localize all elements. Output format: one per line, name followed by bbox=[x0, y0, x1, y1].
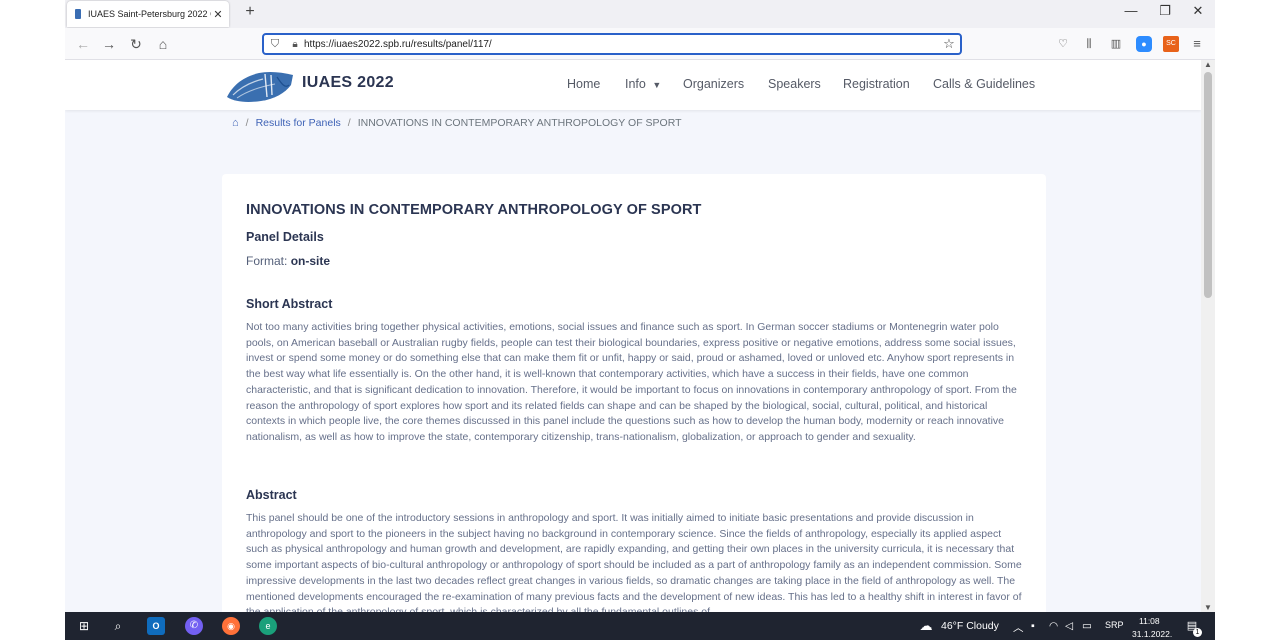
web-page: IUAES 2022 Home Info ▼ Organizers Speake… bbox=[65, 60, 1201, 612]
chevron-down-icon: ▼ bbox=[652, 80, 662, 90]
weather-text[interactable]: 46°F Cloudy bbox=[941, 620, 999, 632]
breadcrumb-separator: / bbox=[347, 117, 351, 129]
language-indicator[interactable]: SRP bbox=[1105, 620, 1124, 630]
browser-window: IUAES Saint-Petersburg 2022 Ca ✕ + — ❐ ✕… bbox=[65, 0, 1215, 640]
library-icon[interactable]: ⫼ bbox=[1081, 36, 1097, 52]
shield-icon[interactable]: ⛉ bbox=[264, 38, 286, 51]
tab-title: IUAES Saint-Petersburg 2022 Ca bbox=[88, 9, 211, 19]
browser-tab[interactable]: IUAES Saint-Petersburg 2022 Ca ✕ bbox=[67, 1, 229, 27]
page-scrollbar[interactable]: ▲ ▼ bbox=[1201, 60, 1215, 612]
windows-start-icon[interactable]: ⊞ bbox=[75, 617, 93, 635]
favicon-icon bbox=[75, 9, 81, 19]
outer-margin-right bbox=[1215, 0, 1280, 640]
viber-icon[interactable]: ✆ bbox=[185, 617, 203, 635]
format-label: Format: bbox=[246, 254, 288, 268]
restore-button[interactable]: ❐ bbox=[1150, 3, 1180, 19]
panel-details-heading: Panel Details bbox=[246, 230, 324, 244]
short-abstract-text: Not too many activities bring together p… bbox=[246, 321, 1017, 443]
address-bar[interactable]: ⛉ 🔒︎ https://iuaes2022.spb.ru/results/pa… bbox=[262, 33, 962, 55]
format-value: on-site bbox=[290, 254, 331, 268]
outer-margin-left bbox=[0, 0, 65, 640]
network-icon[interactable]: ◠ bbox=[1049, 620, 1058, 632]
pocket-icon[interactable]: ♡ bbox=[1055, 36, 1071, 52]
zoom-extension-icon[interactable]: ● bbox=[1136, 36, 1152, 52]
panel-title: INNOVATIONS IN CONTEMPORARY ANTHROPOLOGY… bbox=[246, 202, 702, 218]
clock-time[interactable]: 11:08 bbox=[1139, 616, 1160, 626]
scrollbar-thumb[interactable] bbox=[1204, 72, 1212, 298]
reload-button[interactable]: ↻ bbox=[126, 35, 146, 53]
clock-date[interactable]: 31.1.2022. bbox=[1132, 629, 1172, 639]
volume-icon[interactable]: ◁ bbox=[1065, 620, 1073, 632]
nav-home[interactable]: Home bbox=[567, 77, 600, 91]
forward-button[interactable]: → bbox=[99, 35, 119, 53]
sidebar-icon[interactable]: ▥ bbox=[1108, 36, 1124, 52]
outlook-icon[interactable]: O bbox=[147, 617, 165, 635]
tray-chevron-up-icon[interactable]: ︿ bbox=[1013, 620, 1024, 635]
nav-calls-guidelines[interactable]: Calls & Guidelines bbox=[933, 77, 1035, 91]
tab-close-icon[interactable]: ✕ bbox=[211, 8, 225, 21]
windows-taskbar: ⊞ ⌕ O ✆ ◉ e ☁ 46°F Cloudy ︿ ▪ ◠ ◁ ▭ SRP … bbox=[65, 612, 1215, 640]
panel-card: INNOVATIONS IN CONTEMPORARY ANTHROPOLOGY… bbox=[222, 174, 1046, 612]
site-logo-text[interactable]: IUAES 2022 bbox=[302, 74, 394, 92]
cloud-weather-icon[interactable]: ☁ bbox=[917, 617, 935, 635]
firefox-icon[interactable]: ◉ bbox=[222, 617, 240, 635]
panel-format: Format: on-site bbox=[246, 254, 330, 268]
battery-icon[interactable]: ▭ bbox=[1082, 620, 1092, 632]
nav-organizers[interactable]: Organizers bbox=[683, 77, 744, 91]
breadcrumb-current: INNOVATIONS IN CONTEMPORARY ANTHROPOLOGY… bbox=[357, 117, 682, 129]
menu-hamburger-icon[interactable]: ≡ bbox=[1189, 36, 1205, 52]
site-header: IUAES 2022 Home Info ▼ Organizers Speake… bbox=[65, 60, 1201, 110]
breadcrumb-results-link[interactable]: Results for Panels bbox=[256, 117, 341, 129]
abstract-heading: Abstract bbox=[246, 488, 297, 502]
nav-info-label: Info bbox=[625, 77, 646, 91]
close-window-button[interactable]: ✕ bbox=[1183, 3, 1213, 19]
notification-count-badge: 1 bbox=[1193, 628, 1202, 637]
minimize-button[interactable]: — bbox=[1116, 3, 1146, 18]
new-tab-button[interactable]: + bbox=[240, 3, 260, 21]
tab-bar: IUAES Saint-Petersburg 2022 Ca ✕ + — ❐ ✕ bbox=[65, 0, 1215, 28]
tray-app-icon[interactable]: ▪ bbox=[1031, 620, 1035, 632]
abstract-text: This panel should be one of the introduc… bbox=[246, 512, 1022, 612]
iuaes-logo-icon[interactable] bbox=[225, 67, 295, 103]
scroll-up-icon[interactable]: ▲ bbox=[1201, 60, 1215, 69]
url-text[interactable]: https://iuaes2022.spb.ru/results/panel/1… bbox=[304, 39, 938, 50]
lock-icon[interactable]: 🔒︎ bbox=[286, 39, 304, 50]
nav-info[interactable]: Info ▼ bbox=[625, 77, 661, 91]
search-icon[interactable]: ⌕ bbox=[109, 617, 127, 635]
scroll-down-icon[interactable]: ▼ bbox=[1201, 603, 1215, 612]
edge-icon[interactable]: e bbox=[259, 617, 277, 635]
back-button[interactable]: ← bbox=[73, 35, 93, 53]
nav-toolbar: ← → ↻ ⌂ ⛉ 🔒︎ https://iuaes2022.spb.ru/re… bbox=[65, 28, 1215, 60]
home-icon[interactable]: ⌂ bbox=[232, 117, 239, 129]
bookmark-star-icon[interactable]: ☆ bbox=[938, 36, 960, 52]
home-button[interactable]: ⌂ bbox=[153, 35, 173, 53]
breadcrumb: ⌂ / Results for Panels / INNOVATIONS IN … bbox=[232, 117, 682, 129]
short-abstract-heading: Short Abstract bbox=[246, 297, 333, 311]
nav-speakers[interactable]: Speakers bbox=[768, 77, 821, 91]
nav-registration[interactable]: Registration bbox=[843, 77, 910, 91]
extension-icon[interactable]: SC bbox=[1163, 36, 1179, 52]
breadcrumb-separator: / bbox=[245, 117, 249, 129]
